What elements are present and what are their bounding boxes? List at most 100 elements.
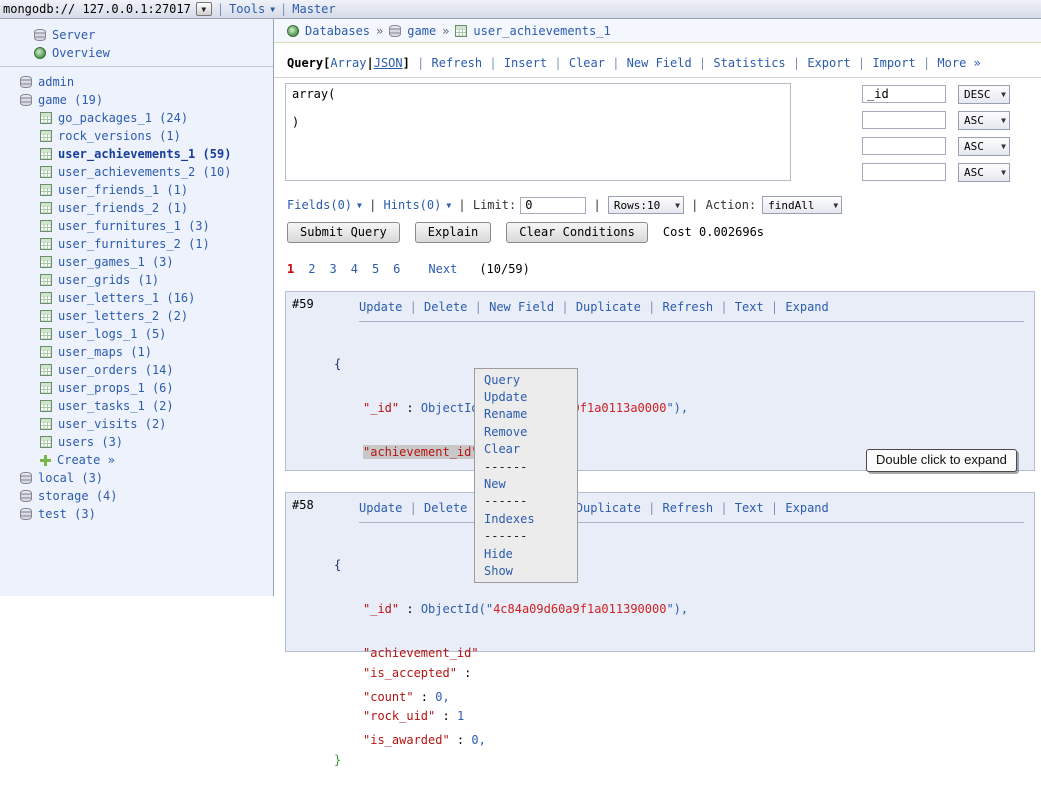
refresh-link[interactable]: Refresh — [663, 501, 714, 515]
fields-dropdown[interactable]: Fields(0) — [287, 198, 352, 212]
duplicate-link[interactable]: Duplicate — [576, 501, 641, 515]
update-link[interactable]: Update — [359, 501, 402, 515]
rows-select[interactable]: Rows:10▼ — [608, 196, 684, 214]
expand-link[interactable]: Expand — [785, 501, 828, 515]
connection-dropdown-button[interactable]: ▼ — [196, 2, 212, 16]
sidebar-collection-users[interactable]: users (3) — [0, 433, 273, 451]
sort-dir-3-select[interactable]: ASC▼ — [958, 137, 1010, 156]
sidebar-collection-rock-versions[interactable]: rock_versions (1) — [0, 127, 273, 145]
sidebar-collection-user-friends-1[interactable]: user_friends_1 (1) — [0, 181, 273, 199]
clear-conditions-button[interactable]: Clear Conditions — [506, 222, 648, 243]
menu-item-query[interactable]: Query — [475, 371, 577, 388]
new-field-link[interactable]: New Field — [627, 56, 692, 70]
limit-input[interactable] — [520, 197, 586, 214]
export-link[interactable]: Export — [807, 56, 850, 70]
insert-link[interactable]: Insert — [504, 56, 547, 70]
sidebar-collection-user-visits[interactable]: user_visits (2) — [0, 415, 273, 433]
breadcrumb-db[interactable]: game — [407, 24, 436, 38]
menu-item-clear[interactable]: Clear — [475, 441, 577, 458]
query-mode-array[interactable]: Array — [330, 56, 366, 70]
sidebar-db-admin[interactable]: admin — [0, 73, 273, 91]
text-link[interactable]: Text — [735, 501, 764, 515]
database-icon — [20, 94, 32, 106]
sidebar-db-game[interactable]: game (19) — [0, 91, 273, 109]
sidebar-collection-user-orders[interactable]: user_orders (14) — [0, 361, 273, 379]
sidebar-collection-user-achievements-2[interactable]: user_achievements_2 (10) — [0, 163, 273, 181]
sidebar-collection-user-furnitures-1[interactable]: user_furnitures_1 (3) — [0, 217, 273, 235]
record-number: #59 — [292, 297, 314, 311]
sort-dir-4-select[interactable]: ASC▼ — [958, 163, 1010, 182]
text-link[interactable]: Text — [735, 300, 764, 314]
breadcrumb-databases[interactable]: Databases — [305, 24, 370, 38]
update-link[interactable]: Update — [359, 300, 402, 314]
page-4[interactable]: 4 — [351, 262, 358, 276]
page-2[interactable]: 2 — [308, 262, 315, 276]
action-label: Action: — [706, 198, 757, 212]
collection-icon — [40, 112, 52, 124]
sort-dir-1-select[interactable]: DESC▼ — [958, 85, 1010, 104]
record-header-divider — [359, 321, 1024, 322]
import-link[interactable]: Import — [872, 56, 915, 70]
duplicate-link[interactable]: Duplicate — [576, 300, 641, 314]
sort-field-2-input[interactable] — [862, 111, 946, 129]
clear-link[interactable]: Clear — [569, 56, 605, 70]
sidebar-collection-user-friends-2[interactable]: user_friends_2 (1) — [0, 199, 273, 217]
collection-icon — [40, 436, 52, 448]
action-select[interactable]: findAll▼ — [762, 196, 842, 214]
overview-globe-icon — [34, 47, 46, 59]
sort-field-4-input[interactable] — [862, 163, 946, 181]
sidebar-collection-user-grids[interactable]: user_grids (1) — [0, 271, 273, 289]
sidebar-collection-go-packages-1[interactable]: go_packages_1 (24) — [0, 109, 273, 127]
sidebar-collection-user-tasks-1[interactable]: user_tasks_1 (2) — [0, 397, 273, 415]
sidebar-create-collection[interactable]: Create » — [0, 451, 273, 469]
menu-item-indexes[interactable]: Indexes — [475, 510, 577, 527]
database-icon — [20, 508, 32, 520]
new-field-link[interactable]: New Field — [489, 300, 554, 314]
sidebar-db-local[interactable]: local (3) — [0, 469, 273, 487]
delete-link[interactable]: Delete — [424, 501, 467, 515]
tools-menu[interactable]: Tools — [229, 2, 265, 16]
sidebar-collection-user-props-1[interactable]: user_props_1 (6) — [0, 379, 273, 397]
page-5[interactable]: 5 — [372, 262, 379, 276]
sidebar-db-test[interactable]: test (3) — [0, 505, 273, 523]
page-6[interactable]: 6 — [393, 262, 400, 276]
menu-item-rename[interactable]: Rename — [475, 406, 577, 423]
menu-item-hide[interactable]: Hide — [475, 545, 577, 562]
sidebar-collection-user-letters-2[interactable]: user_letters_2 (2) — [0, 307, 273, 325]
more-link[interactable]: More » — [937, 56, 980, 70]
sidebar-collection-user-furnitures-2[interactable]: user_furnitures_2 (1) — [0, 235, 273, 253]
sort-field-3-input[interactable] — [862, 137, 946, 155]
delete-link[interactable]: Delete — [424, 300, 467, 314]
sidebar-item-overview[interactable]: Overview — [0, 44, 273, 62]
collection-icon — [40, 346, 52, 358]
caret-down-icon[interactable]: ▼ — [270, 5, 275, 14]
sidebar-collection-user-games-1[interactable]: user_games_1 (3) — [0, 253, 273, 271]
breadcrumb-collection[interactable]: user_achievements_1 — [473, 24, 610, 38]
statistics-link[interactable]: Statistics — [713, 56, 785, 70]
refresh-link[interactable]: Refresh — [663, 300, 714, 314]
sidebar-collection-user-logs-1[interactable]: user_logs_1 (5) — [0, 325, 273, 343]
page-3[interactable]: 3 — [329, 262, 336, 276]
menu-separator: ------ — [475, 458, 577, 475]
sort-field-1-input[interactable] — [862, 85, 946, 103]
menu-item-remove[interactable]: Remove — [475, 423, 577, 440]
field-key-achievement-id[interactable]: "achievement_id" — [363, 445, 479, 459]
sort-dir-2-select[interactable]: ASC▼ — [958, 111, 1010, 130]
page-next[interactable]: Next — [428, 262, 457, 276]
menu-item-show[interactable]: Show — [475, 562, 577, 579]
refresh-link[interactable]: Refresh — [432, 56, 483, 70]
sidebar-item-server[interactable]: Server — [0, 26, 273, 44]
expand-link[interactable]: Expand — [785, 300, 828, 314]
explain-button[interactable]: Explain — [415, 222, 492, 243]
sidebar-collection-user-letters-1[interactable]: user_letters_1 (16) — [0, 289, 273, 307]
sidebar-collection-user-achievements-1[interactable]: user_achievements_1 (59) — [0, 145, 273, 163]
sidebar-db-storage[interactable]: storage (4) — [0, 487, 273, 505]
hints-dropdown[interactable]: Hints(0) — [384, 198, 442, 212]
submit-query-button[interactable]: Submit Query — [287, 222, 400, 243]
sidebar-collection-user-maps[interactable]: user_maps (1) — [0, 343, 273, 361]
query-textarea[interactable]: array( ) — [285, 83, 791, 181]
menu-item-new[interactable]: New — [475, 475, 577, 492]
query-mode-json[interactable]: JSON — [374, 56, 403, 70]
menu-item-update[interactable]: Update — [475, 388, 577, 405]
master-link[interactable]: Master — [292, 2, 335, 16]
